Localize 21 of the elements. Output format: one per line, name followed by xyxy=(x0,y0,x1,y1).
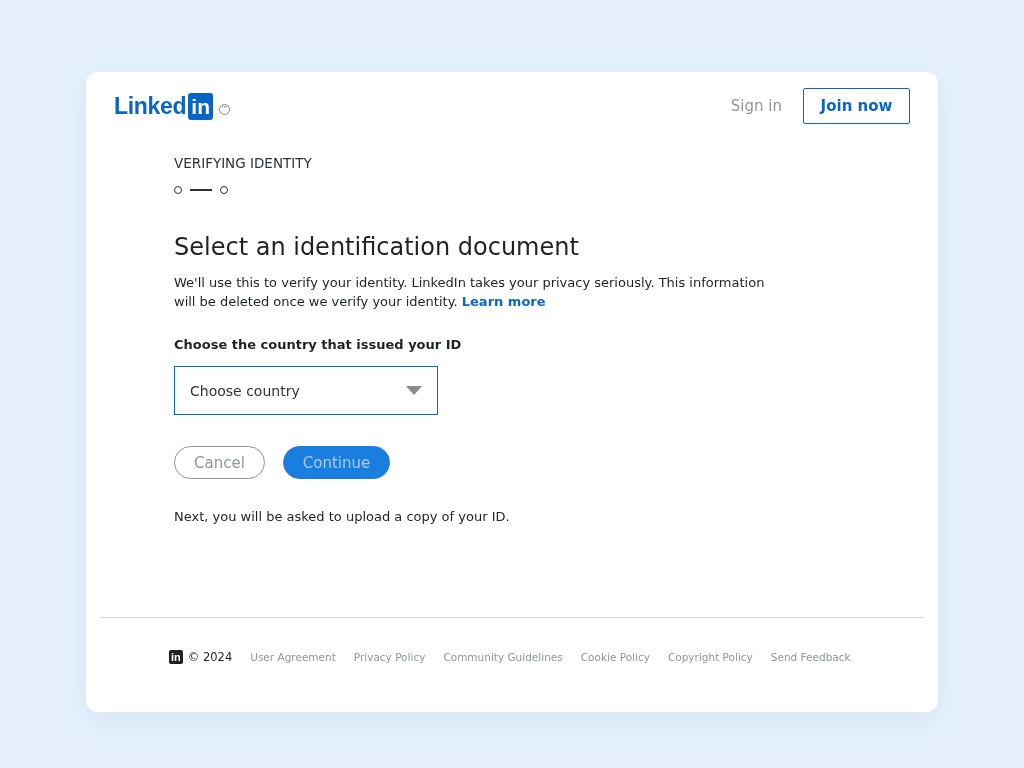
cancel-button[interactable]: Cancel xyxy=(174,446,265,479)
footer-link[interactable]: Privacy Policy xyxy=(353,651,426,663)
footer-link[interactable]: Cookie Policy xyxy=(580,651,650,663)
copyright-text: © 2024 xyxy=(187,650,233,664)
learn-more-link[interactable]: Learn more xyxy=(461,294,546,309)
logo-wordmark: Linked xyxy=(114,92,187,120)
footer-logo-badge: in xyxy=(169,650,183,664)
country-label: Choose the country that issued your ID xyxy=(174,337,463,352)
step-label: VERIFYING IDENTITY xyxy=(174,155,313,171)
footer-link[interactable]: Send Feedback xyxy=(770,651,851,663)
footer-link[interactable]: User Agreement xyxy=(250,651,336,663)
page-title: Select an identification document xyxy=(174,233,580,261)
logo-badge: in xyxy=(188,92,213,120)
description-text: We'll use this to verify your identity. LinkedIn takes your privacy seriously. This information will be deleted once we verify your identity. Learn more xyxy=(174,274,766,311)
join-now-button[interactable]: Join now xyxy=(803,88,910,124)
next-step-note: Next, you will be asked to upload a copy of your ID. xyxy=(174,509,511,524)
footer-link[interactable]: Copyright Policy xyxy=(667,651,753,663)
footer-link[interactable]: Community Guidelines xyxy=(443,651,563,663)
country-dropdown[interactable]: Choose country xyxy=(174,366,438,415)
sign-in-link[interactable]: Sign in xyxy=(726,93,786,119)
dropdown-caret-icon xyxy=(406,386,422,395)
